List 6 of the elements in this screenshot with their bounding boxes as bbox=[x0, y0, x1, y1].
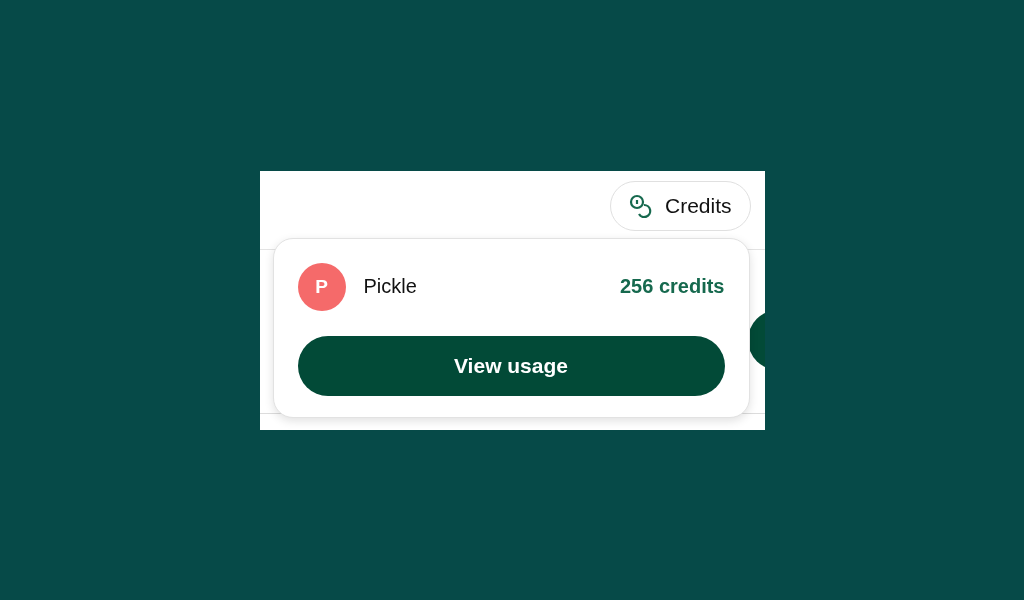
credit-balance: 256 credits bbox=[620, 275, 725, 298]
credits-button[interactable]: Credits bbox=[609, 180, 751, 231]
avatar: P bbox=[297, 262, 346, 311]
view-usage-button[interactable]: View usage bbox=[297, 335, 725, 396]
coins-icon bbox=[628, 193, 653, 218]
user-name: Pickle bbox=[363, 275, 418, 298]
